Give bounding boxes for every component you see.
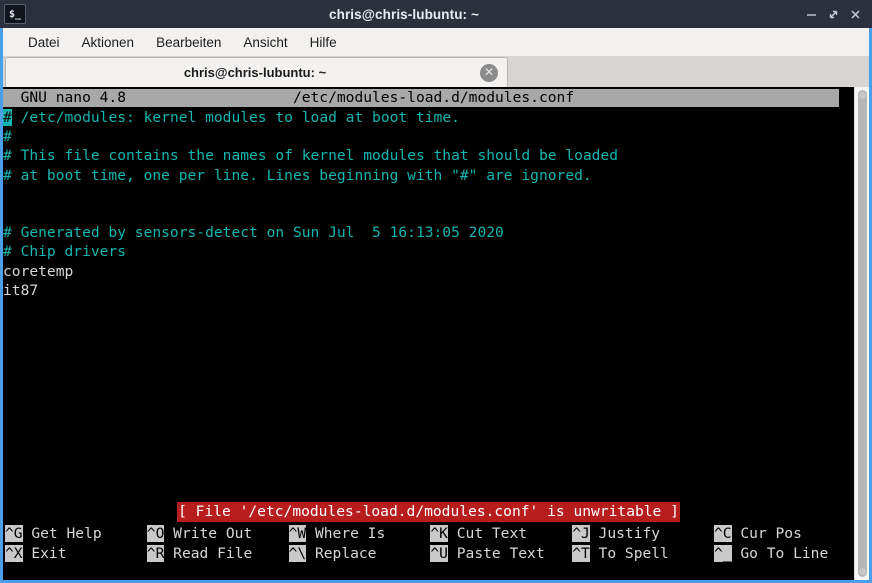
nano-shortcut[interactable]: ^G Get Help	[5, 524, 102, 544]
nano-shortcut-label: Cut Text	[447, 525, 528, 542]
editor-line-text: /etc/modules: kernel modules to load at …	[11, 109, 460, 126]
nano-status-text: [ File '/etc/modules-load.d/modules.conf…	[177, 502, 680, 522]
nano-shortcut-key: ^R	[146, 545, 165, 562]
nano-shortcut-key: ^X	[5, 545, 23, 562]
nano-shortcut-label: Get Help	[22, 525, 102, 542]
nano-shortcut-key: ^_	[714, 545, 732, 562]
nano-shortcut[interactable]: ^J Justify	[572, 524, 660, 544]
editor-line-text: coretemp	[3, 262, 74, 280]
nano-shortcut-label: Cur Pos	[731, 525, 802, 542]
editor-line-text: it87	[3, 281, 39, 299]
terminal-scrollbar[interactable]	[854, 87, 869, 580]
nano-shortcut-key: ^G	[5, 525, 23, 542]
maximize-icon[interactable]	[822, 0, 844, 28]
editor-line-text: # Chip drivers	[3, 243, 127, 261]
nano-shortcut-label: Exit	[22, 545, 67, 562]
menu-item-ansicht[interactable]: Ansicht	[232, 32, 298, 53]
editor-line-text: # at boot time, one per line. Lines begi…	[3, 166, 592, 184]
nano-editor-area[interactable]: # /etc/modules: kernel modules to load a…	[3, 108, 854, 300]
nano-shortcut[interactable]: ^_ Go To Line	[714, 544, 828, 564]
nano-shortcut-label: Replace	[306, 545, 377, 562]
nano-shortcut[interactable]: ^C Cur Pos	[714, 524, 802, 544]
editor-line: # Chip drivers	[3, 242, 854, 261]
nano-shortcut-key: ^W	[288, 525, 307, 542]
editor-line: # Generated by sensors-detect on Sun Jul…	[3, 223, 854, 242]
nano-shortcut-row-1: ^G Get Help ^O Write Out ^W Where Is ^K Cut…	[3, 524, 854, 544]
editor-line: # This file contains the names of kernel…	[3, 146, 854, 165]
nano-shortcut-key: ^J	[572, 525, 590, 542]
editor-line	[3, 185, 854, 204]
nano-shortcut-key: ^\	[288, 545, 307, 562]
nano-shortcut-row-2: ^X Exit ^R Read File ^\ Replace ^U Paste Te…	[3, 544, 854, 564]
editor-line-text: # This file contains the names of kernel…	[3, 147, 619, 165]
close-icon[interactable]	[844, 0, 866, 28]
editor-line: #	[3, 127, 854, 146]
menubar: Datei Aktionen Bearbeiten Ansicht Hilfe	[3, 28, 869, 56]
nano-shortcut-key: ^T	[572, 545, 590, 562]
tabbar: chris@chris-lubuntu: ~ ✕	[3, 56, 869, 87]
editor-line: coretemp	[3, 262, 854, 281]
editor-line: # /etc/modules: kernel modules to load a…	[3, 108, 854, 127]
nano-shortcut-label: Justify	[589, 525, 661, 542]
nano-shortcut-key: ^K	[430, 525, 448, 542]
terminal-tab-label: chris@chris-lubuntu: ~	[183, 65, 327, 80]
window-titlebar: $_ chris@chris-lubuntu: ~	[0, 0, 872, 28]
nano-shortcut[interactable]: ^X Exit	[5, 544, 67, 564]
nano-shortcut-label: Read File	[164, 545, 253, 562]
nano-shortcut-key: ^O	[146, 525, 165, 542]
nano-shortcut-label: Go To Line	[731, 545, 829, 562]
nano-title-bar: GNU nano 4.8 /etc/modules-load.d/modules…	[3, 89, 839, 107]
terminal-window: $_ chris@chris-lubuntu: ~ Datei Aktionen…	[0, 0, 872, 583]
nano-shortcut-bar: ^G Get Help ^O Write Out ^W Where Is ^K Cut…	[3, 524, 854, 568]
nano-shortcut-key: ^U	[430, 545, 448, 562]
nano-shortcut-label: Write Out	[164, 525, 253, 542]
nano-shortcut[interactable]: ^W Where Is	[288, 524, 386, 544]
editor-line-text	[3, 205, 12, 222]
editor-line-text: # Generated by sensors-detect on Sun Jul…	[3, 224, 504, 242]
terminal-tab[interactable]: chris@chris-lubuntu: ~ ✕	[5, 57, 508, 87]
menu-item-bearbeiten[interactable]: Bearbeiten	[145, 32, 232, 53]
nano-shortcut[interactable]: ^O Write Out	[146, 524, 253, 544]
nano-shortcut[interactable]: ^R Read File	[146, 544, 253, 564]
editor-line	[3, 204, 854, 223]
nano-status-message: [ File '/etc/modules-load.d/modules.conf…	[3, 502, 854, 522]
nano-shortcut-key: ^C	[714, 525, 732, 542]
nano-shortcut[interactable]: ^T To Spell	[572, 544, 669, 564]
editor-line: it87	[3, 281, 854, 300]
nano-shortcut[interactable]: ^U Paste Text	[430, 544, 545, 564]
minimize-icon[interactable]	[800, 0, 822, 28]
editor-line: # at boot time, one per line. Lines begi…	[3, 166, 854, 185]
nano-shortcut[interactable]: ^K Cut Text	[430, 524, 527, 544]
menu-item-hilfe[interactable]: Hilfe	[299, 32, 348, 53]
editor-line-text	[3, 186, 12, 203]
window-title: chris@chris-lubuntu: ~	[328, 6, 479, 22]
nano-shortcut-label: Paste Text	[447, 545, 545, 562]
nano-shortcut-label: Where Is	[306, 525, 386, 542]
scrollbar-thumb[interactable]	[858, 90, 867, 577]
editor-line-text: #	[3, 128, 12, 146]
nano-shortcut-label: To Spell	[589, 545, 669, 562]
menu-item-aktionen[interactable]: Aktionen	[71, 32, 146, 53]
terminal-screen[interactable]: GNU nano 4.8 /etc/modules-load.d/modules…	[3, 87, 854, 580]
tab-close-icon[interactable]: ✕	[480, 63, 498, 82]
nano-shortcut[interactable]: ^\ Replace	[288, 544, 377, 564]
menu-item-datei[interactable]: Datei	[17, 32, 71, 53]
text-cursor: #	[3, 109, 12, 126]
window-controls	[800, 0, 866, 28]
